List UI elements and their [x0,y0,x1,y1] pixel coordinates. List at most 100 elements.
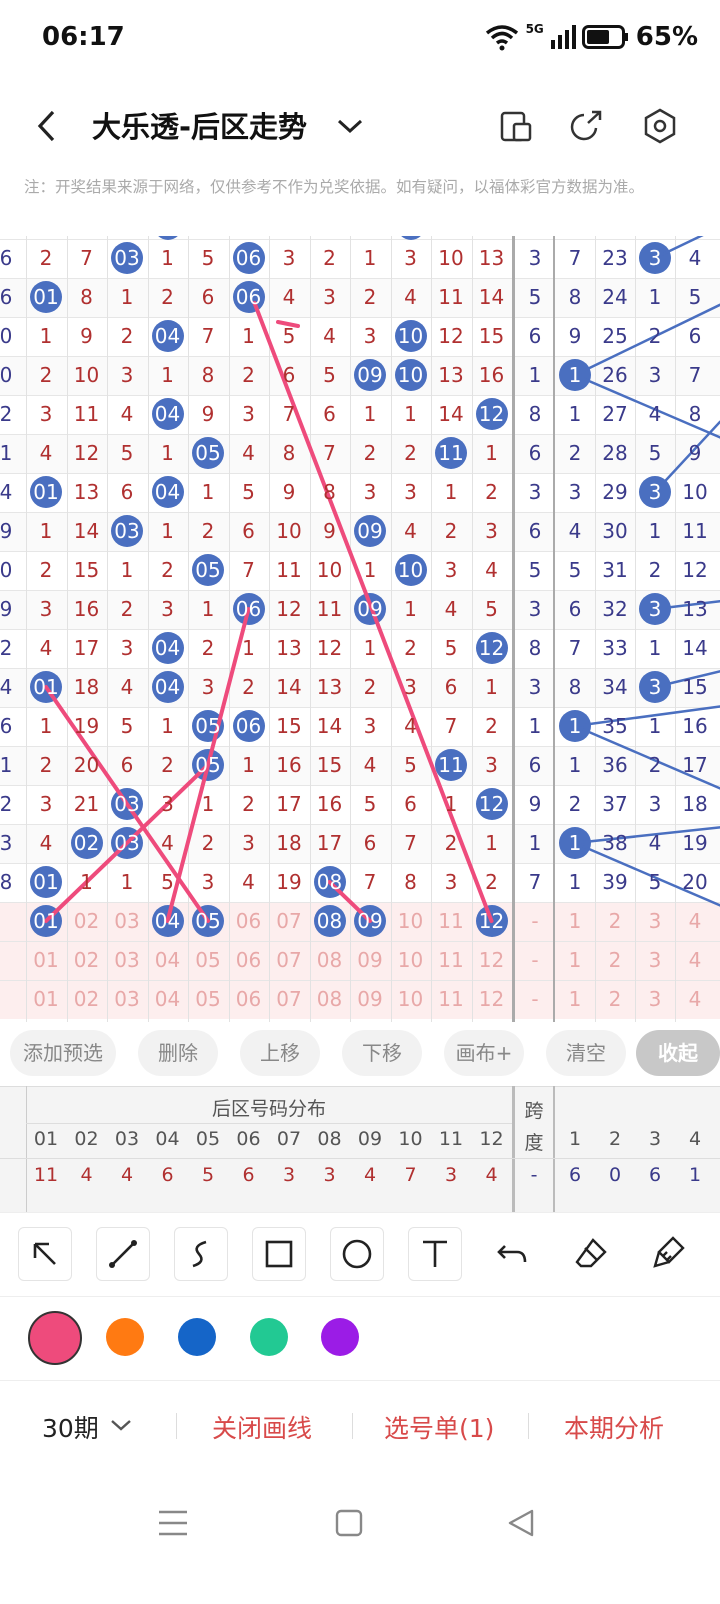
canvas-add-button[interactable]: 画布+ [444,1030,524,1076]
span-ball[interactable]: 3 [635,473,675,512]
device-switch-icon[interactable] [496,106,536,146]
back-arrow-icon[interactable] [28,106,68,146]
line-tool[interactable] [96,1227,150,1281]
undo-tool[interactable] [486,1227,540,1281]
number-ball[interactable]: 09 [350,512,390,551]
number-ball[interactable]: 10 [391,317,431,356]
number-ball-text: 05 [195,753,221,777]
period-analysis-button[interactable]: 本期分析 [564,1409,664,1445]
span-ball[interactable]: 3 [635,239,675,278]
number-ball[interactable]: 04 [148,629,188,668]
span-ball[interactable]: 3 [635,590,675,629]
clear-button[interactable]: 清空 [546,1030,626,1076]
span-ball[interactable]: 1 [555,707,595,746]
rectangle-tool[interactable] [252,1227,306,1281]
number-ball[interactable]: 06 [229,239,269,278]
number-ball[interactable]: 05 [188,707,228,746]
chevron-down-icon[interactable] [108,1413,134,1437]
number-ball[interactable]: 01 [26,278,66,317]
color-swatch-orange[interactable] [106,1318,144,1356]
arrow-tool[interactable] [18,1227,72,1281]
number-ball[interactable]: 05 [188,551,228,590]
number-ball[interactable]: 11 [431,434,471,473]
number-ball[interactable]: 05 [188,434,228,473]
table-row: 9 1 14 03 1 2 6 10 9 09 4 2 3 6 4 30 1 11 [0,512,720,551]
span-ball[interactable]: 1 [555,824,595,863]
move-down-button[interactable]: 下移 [342,1030,422,1076]
number-ball[interactable]: 06 [229,590,269,629]
number-ball[interactable]: 08 [310,863,350,902]
number-ball[interactable]: 12 [472,785,512,824]
color-swatch-pink[interactable] [28,1311,82,1365]
span-ball[interactable]: 3 [635,668,675,707]
circle-tool[interactable] [330,1227,384,1281]
selected-ball[interactable]: 08 [310,902,350,941]
trend-table[interactable]: 6 2 7 03 1 5 06 3 2 1 3 10 13 3 7 23 3 4 6 01 8 1 2 6 06 4 3 2 4 11 14… [0,236,720,1022]
omission-value: 5 [107,707,147,746]
number-ball[interactable]: 01 [26,863,66,902]
selected-ball[interactable]: 12 [472,902,512,941]
span-ball[interactable]: 1 [555,356,595,395]
number-ball[interactable]: 06 [229,278,269,317]
number-ball[interactable]: 04 [148,473,188,512]
chevron-down-icon[interactable] [330,106,370,146]
omission-value: 1 [229,317,269,356]
number-ball[interactable]: 10 [391,356,431,395]
color-swatch-blue[interactable] [178,1318,216,1356]
number-ball[interactable]: 04 [148,395,188,434]
back-triangle-icon[interactable] [504,1506,538,1540]
close-lines-button[interactable]: 关闭画线 [212,1409,312,1445]
period-selector[interactable]: 30期 [42,1409,99,1445]
number-ball[interactable]: 12 [472,395,512,434]
number-ball[interactable]: 03 [107,785,147,824]
color-swatch-green[interactable] [250,1318,288,1356]
move-up-button[interactable]: 上移 [240,1030,320,1076]
home-icon[interactable] [332,1506,366,1540]
clear-brush-tool[interactable] [642,1227,696,1281]
number-ball[interactable]: 05 [188,746,228,785]
omission-value-text: 3 [363,714,377,738]
column-stat: 7 [404,1164,417,1186]
omission-value: 2 [350,434,390,473]
number-ball[interactable]: 03 [107,824,147,863]
number-ball[interactable]: 02 [67,824,107,863]
selected-ball[interactable]: 04 [148,902,188,941]
omission-value: 3 [26,785,66,824]
number-ball[interactable]: 12 [472,629,512,668]
selected-ball[interactable]: 09 [350,902,390,941]
selected-ball[interactable]: 01 [26,902,66,941]
number-ball[interactable]: 01 [26,473,66,512]
omission-value-text: 10 [316,558,343,582]
selected-ball[interactable]: 05 [188,902,228,941]
add-preselect-button[interactable]: 添加预选 [10,1030,116,1076]
omission-value-text: 4 [404,714,417,738]
number-ball[interactable]: 10 [391,551,431,590]
collapse-button[interactable]: 收起 [636,1030,720,1076]
pick-list-button[interactable]: 选号单(1) [384,1409,494,1445]
menu-icon[interactable] [156,1506,190,1540]
curve-tool[interactable] [174,1227,228,1281]
number-ball[interactable]: 06 [229,707,269,746]
color-swatch-purple[interactable] [321,1318,359,1356]
omission-value-text: 14 [438,402,464,426]
number-ball[interactable]: 09 [350,356,390,395]
number-ball[interactable]: 04 [148,668,188,707]
settings-hexagon-icon[interactable] [640,106,680,146]
number-ball[interactable]: 03 [107,512,147,551]
span-count-text: 25 [602,324,628,348]
omission-value-text: 12 [276,597,302,621]
number-ball[interactable]: 04 [148,317,188,356]
number-ball[interactable]: 01 [26,668,66,707]
number-ball[interactable]: 09 [350,590,390,629]
omission-value-text: 1 [363,246,377,270]
number-ball[interactable]: 03 [107,239,147,278]
number-ball[interactable]: 11 [431,746,471,785]
share-icon[interactable] [566,106,606,146]
delete-button[interactable]: 删除 [138,1030,218,1076]
eraser-tool[interactable] [564,1227,618,1281]
omission-value-text: 3 [363,324,377,348]
omission-value: 1 [350,629,390,668]
span-count: 5 [675,278,715,317]
omission-value: 2 [26,551,66,590]
text-tool[interactable] [408,1227,462,1281]
